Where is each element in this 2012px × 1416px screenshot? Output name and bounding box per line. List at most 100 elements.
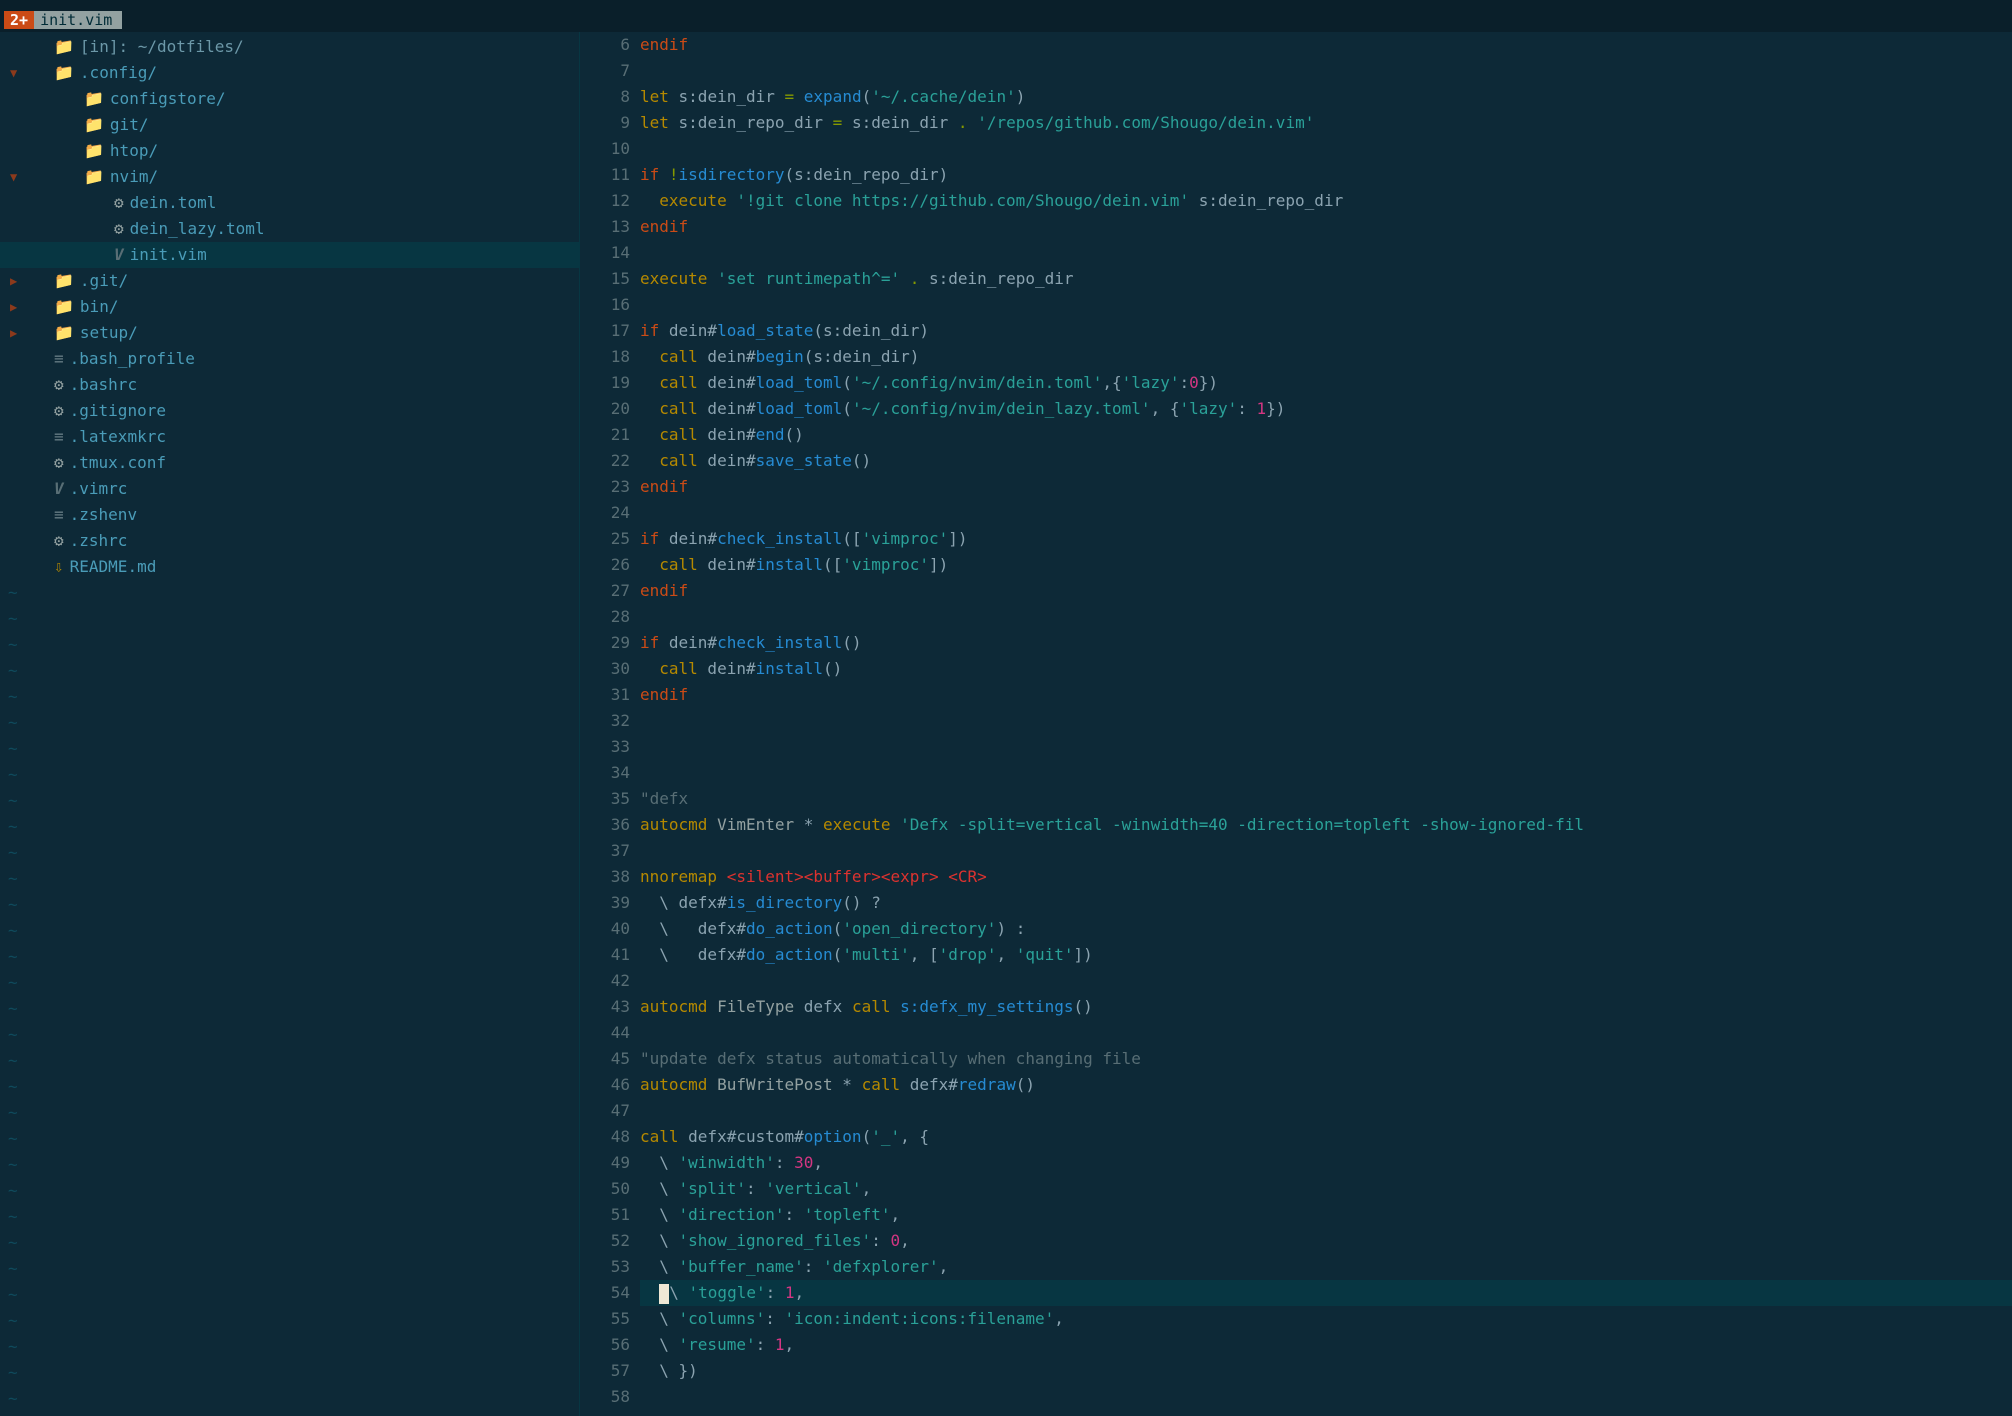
code-line[interactable]: call defx#custom#option('_', { — [640, 1124, 2012, 1150]
code-line[interactable]: \ 'buffer_name': 'defxplorer', — [640, 1254, 2012, 1280]
line-number: 22 — [580, 448, 630, 474]
code-line[interactable]: autocmd BufWritePost * call defx#redraw(… — [640, 1072, 2012, 1098]
tree-item[interactable]: ▶⚙dein.toml — [0, 190, 579, 216]
code-line[interactable]: endif — [640, 32, 2012, 58]
code-line[interactable]: \ defx#is_directory() ? — [640, 890, 2012, 916]
code-line[interactable] — [640, 968, 2012, 994]
code-line[interactable]: call dein#load_toml('~/.config/nvim/dein… — [640, 370, 2012, 396]
tab-filename[interactable]: init.vim — [34, 11, 122, 29]
code-line[interactable] — [640, 760, 2012, 786]
code-line[interactable]: "defx — [640, 786, 2012, 812]
tree-item[interactable]: ▶📁git/ — [0, 112, 579, 138]
line-number: 18 — [580, 344, 630, 370]
code-line[interactable] — [640, 1384, 2012, 1410]
code-line[interactable]: if dein#check_install() — [640, 630, 2012, 656]
tree-item[interactable]: ▶📁.git/ — [0, 268, 579, 294]
code-line[interactable] — [640, 292, 2012, 318]
tree-item[interactable]: ▶≡.zshenv — [0, 502, 579, 528]
tree-item[interactable]: ▶📁[in]: ~/dotfiles/ — [0, 34, 579, 60]
code-line[interactable]: nnoremap <silent><buffer><expr> <CR> — [640, 864, 2012, 890]
code-line[interactable]: \ 'show_ignored_files': 0, — [640, 1228, 2012, 1254]
code-line[interactable]: call dein#install() — [640, 656, 2012, 682]
code-line[interactable]: "update defx status automatically when c… — [640, 1046, 2012, 1072]
code-line[interactable]: endif — [640, 214, 2012, 240]
code-line[interactable] — [640, 838, 2012, 864]
code-line[interactable]: endif — [640, 578, 2012, 604]
code-line[interactable] — [640, 1098, 2012, 1124]
tree-item[interactable]: ▶≡.bash_profile — [0, 346, 579, 372]
code-line[interactable]: \ 'winwidth': 30, — [640, 1150, 2012, 1176]
chevron-right-icon[interactable]: ▶ — [10, 294, 24, 320]
code-line[interactable]: \ 'resume': 1, — [640, 1332, 2012, 1358]
tree-item-label: bin/ — [80, 294, 119, 320]
tree-item[interactable]: ▶⇩README.md — [0, 554, 579, 580]
code-line[interactable]: call dein#save_state() — [640, 448, 2012, 474]
tree-item-label: configstore/ — [110, 86, 226, 112]
code-line[interactable]: call dein#begin(s:dein_dir) — [640, 344, 2012, 370]
code-line[interactable]: call dein#load_toml('~/.config/nvim/dein… — [640, 396, 2012, 422]
empty-line-tilde: ~ — [0, 1334, 579, 1360]
tree-item[interactable]: ▼📁nvim/ — [0, 164, 579, 190]
code-line[interactable] — [640, 734, 2012, 760]
line-number: 30 — [580, 656, 630, 682]
tree-item[interactable]: ▼📁.config/ — [0, 60, 579, 86]
editor-pane[interactable]: 6789101112131415161718192021222324252627… — [580, 32, 2012, 1416]
code-line[interactable]: \ 'direction': 'topleft', — [640, 1202, 2012, 1228]
tree-item[interactable]: ▶📁setup/ — [0, 320, 579, 346]
code-line[interactable]: if dein#load_state(s:dein_dir) — [640, 318, 2012, 344]
tree-item[interactable]: ▶V.vimrc — [0, 476, 579, 502]
line-number: 7 — [580, 58, 630, 84]
empty-line-tilde: ~ — [0, 1126, 579, 1152]
code-line[interactable]: if dein#check_install(['vimproc']) — [640, 526, 2012, 552]
code-line[interactable] — [640, 58, 2012, 84]
code-line[interactable]: let s:dein_dir = expand('~/.cache/dein') — [640, 84, 2012, 110]
tree-item[interactable]: ▶⚙.gitignore — [0, 398, 579, 424]
empty-line-tilde: ~ — [0, 1230, 579, 1256]
code-line[interactable]: let s:dein_repo_dir = s:dein_dir . '/rep… — [640, 110, 2012, 136]
tree-item[interactable]: ▶⚙.zshrc — [0, 528, 579, 554]
code-line[interactable] — [640, 708, 2012, 734]
code-line[interactable]: \ 'columns': 'icon:indent:icons:filename… — [640, 1306, 2012, 1332]
code-line[interactable] — [640, 604, 2012, 630]
tree-item[interactable]: ▶⚙dein_lazy.toml — [0, 216, 579, 242]
file-tree-sidebar[interactable]: ▶📁[in]: ~/dotfiles/▼📁.config/▶📁configsto… — [0, 32, 580, 1416]
code-line[interactable]: endif — [640, 474, 2012, 500]
code-line[interactable]: endif — [640, 682, 2012, 708]
chevron-right-icon[interactable]: ▶ — [10, 268, 24, 294]
code-line[interactable]: \ defx#do_action('multi', ['drop', 'quit… — [640, 942, 2012, 968]
tree-item[interactable]: ▶⚙.bashrc — [0, 372, 579, 398]
tree-item[interactable]: ▶📁configstore/ — [0, 86, 579, 112]
line-number: 26 — [580, 552, 630, 578]
code-line[interactable]: autocmd VimEnter * execute 'Defx -split=… — [640, 812, 2012, 838]
code-line[interactable]: \ 'toggle': 1, — [640, 1280, 2012, 1306]
code-line[interactable]: if !isdirectory(s:dein_repo_dir) — [640, 162, 2012, 188]
code-line[interactable]: \ }) — [640, 1358, 2012, 1384]
chevron-right-icon[interactable]: ▶ — [10, 320, 24, 346]
tree-item[interactable]: ▶📁bin/ — [0, 294, 579, 320]
code-line[interactable]: execute 'set runtimepath^=' . s:dein_rep… — [640, 266, 2012, 292]
tree-item[interactable]: ▶≡.latexmkrc — [0, 424, 579, 450]
empty-line-tilde: ~ — [0, 840, 579, 866]
code-line[interactable]: \ 'split': 'vertical', — [640, 1176, 2012, 1202]
code-line[interactable] — [640, 500, 2012, 526]
code-line[interactable]: call dein#install(['vimproc']) — [640, 552, 2012, 578]
code-line[interactable]: execute '!git clone https://github.com/S… — [640, 188, 2012, 214]
tree-item[interactable]: ▶📁htop/ — [0, 138, 579, 164]
code-line[interactable] — [640, 240, 2012, 266]
file-icon: ≡ — [54, 502, 64, 528]
code-line[interactable]: \ defx#do_action('open_directory') : — [640, 916, 2012, 942]
tree-item[interactable]: ▶⚙.tmux.conf — [0, 450, 579, 476]
tree-item[interactable]: ▶Vinit.vim — [0, 242, 579, 268]
code-line[interactable]: call dein#end() — [640, 422, 2012, 448]
code-area[interactable]: endif let s:dein_dir = expand('~/.cache/d… — [640, 32, 2012, 1416]
code-line[interactable] — [640, 1020, 2012, 1046]
chevron-down-icon[interactable]: ▼ — [10, 164, 24, 190]
code-line[interactable] — [640, 136, 2012, 162]
empty-line-tilde: ~ — [0, 580, 579, 606]
tab-bar: 2+ init.vim — [0, 8, 2012, 32]
empty-line-tilde: ~ — [0, 1360, 579, 1386]
line-number: 20 — [580, 396, 630, 422]
chevron-down-icon[interactable]: ▼ — [10, 60, 24, 86]
code-line[interactable]: autocmd FileType defx call s:defx_my_set… — [640, 994, 2012, 1020]
line-number: 24 — [580, 500, 630, 526]
